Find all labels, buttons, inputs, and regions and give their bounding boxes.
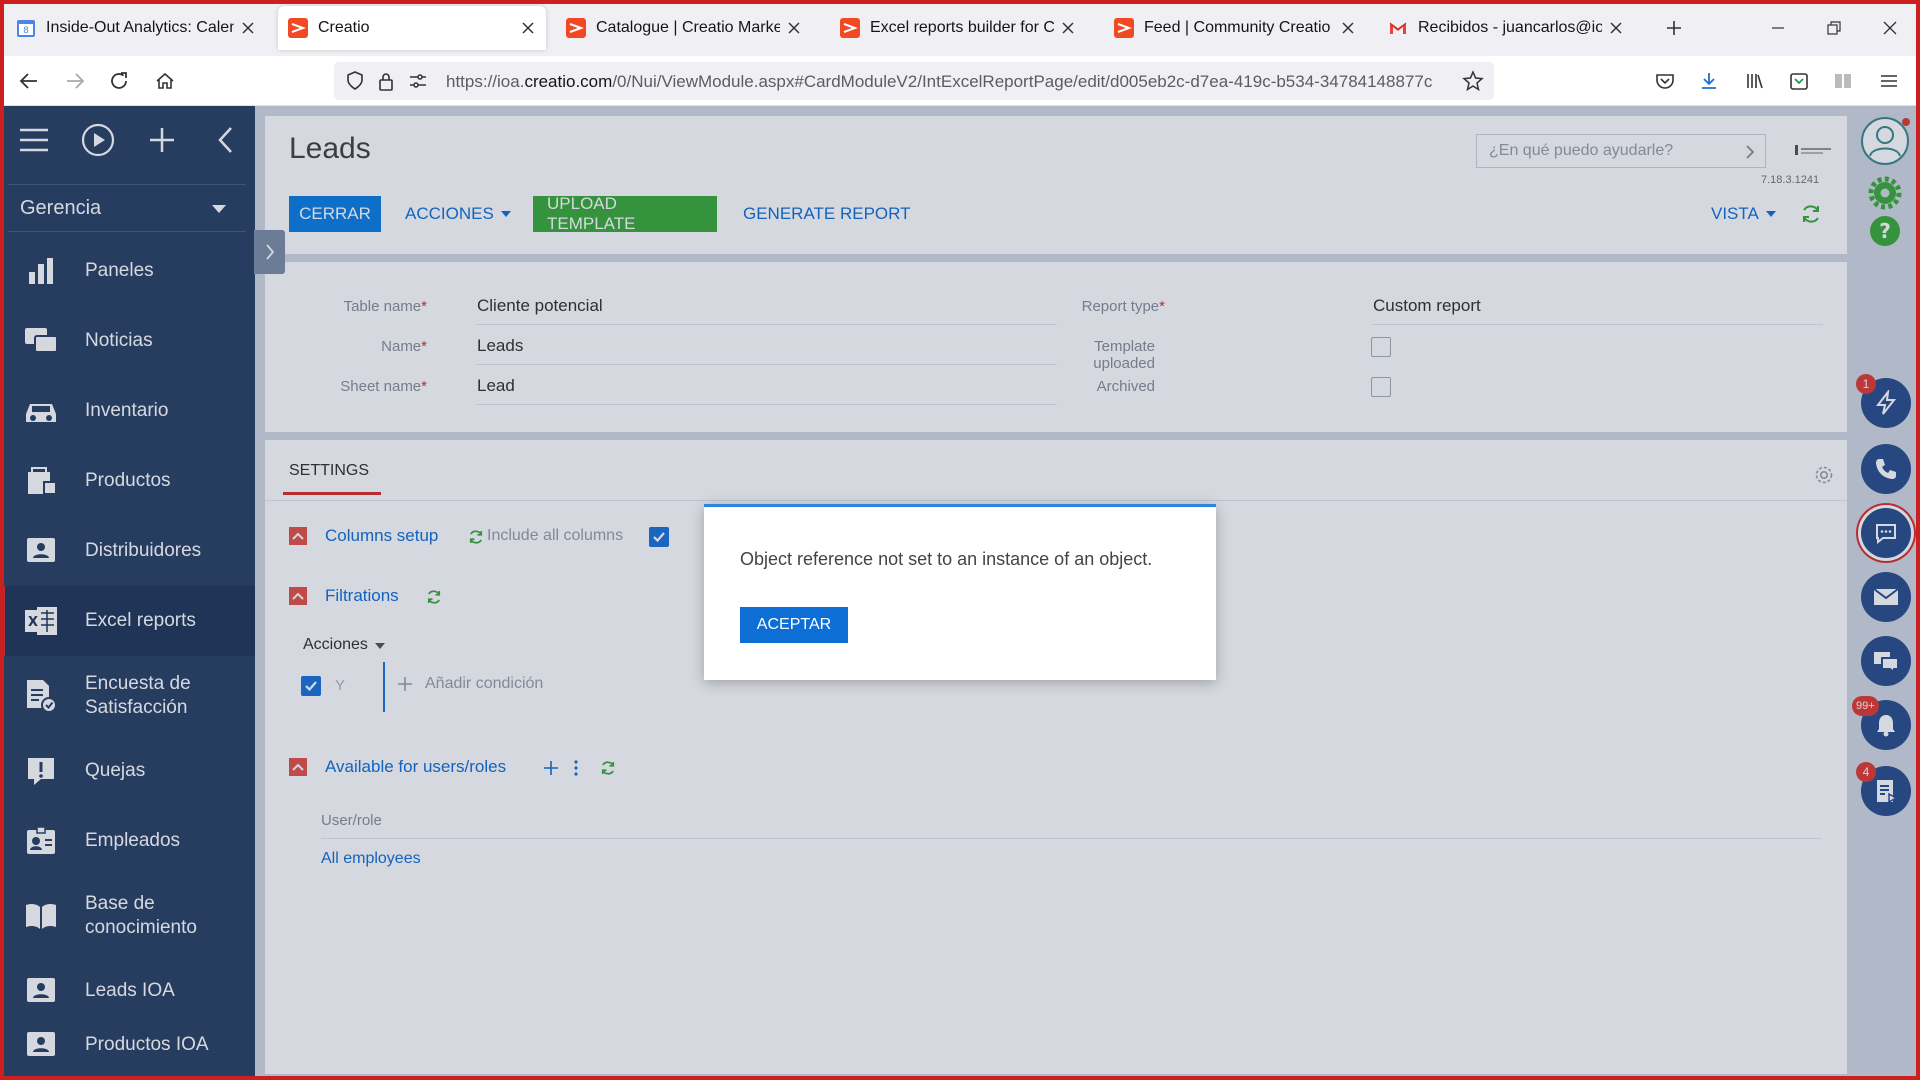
tab-title: Catalogue | Creatio Marketplace [596,19,780,36]
url-text: https://ioa.creatio.com/0/Nui/ViewModule… [446,72,1432,92]
error-dialog: Object reference not set to an instance … [704,504,1216,680]
new-tab-icon[interactable] [1660,14,1688,42]
close-window-icon[interactable] [1876,14,1904,42]
browser-tab-marketplace[interactable]: Catalogue | Creatio Marketplace [556,6,812,50]
tab-title: Creatio [318,19,370,36]
creatio-app: Gerencia Paneles Noticias Inventario Pro… [0,106,1920,1080]
error-message: Object reference not set to an instance … [740,549,1153,569]
back-icon[interactable] [14,66,44,96]
permissions-icon[interactable] [408,72,428,90]
minimize-icon[interactable] [1764,14,1792,42]
creatio-favicon-icon [566,18,586,38]
reload-icon[interactable] [104,66,134,96]
pocket-icon[interactable] [1650,66,1680,96]
extension-icon[interactable] [1784,66,1814,96]
url-path: /0/Nui/ViewModule.aspx#CardModuleV2/IntE… [612,72,1433,91]
address-bar[interactable]: https://ioa.creatio.com/0/Nui/ViewModule… [334,62,1494,100]
creatio-favicon-icon [288,18,308,38]
browser-tab-calendar[interactable]: 8 Inside-Out Analytics: Calendario [6,6,266,50]
hamburger-menu-icon[interactable] [1874,66,1904,96]
close-tab-icon[interactable] [786,20,802,36]
url-prefix: https://ioa. [446,72,525,91]
close-tab-icon[interactable] [520,20,536,36]
browser-nav-bar: https://ioa.creatio.com/0/Nui/ViewModule… [0,56,1920,106]
close-tab-icon[interactable] [1608,20,1624,36]
home-icon[interactable] [150,66,180,96]
browser-tab-community[interactable]: Feed | Community Creatio [1104,6,1366,50]
download-icon[interactable] [1694,66,1724,96]
tab-title: Recibidos - juancarlos@ioa.mx [1418,19,1602,36]
bookmark-star-icon[interactable] [1462,70,1484,92]
forward-icon[interactable] [60,66,90,96]
tab-title: Feed | Community Creatio [1144,19,1331,36]
reader-view-icon[interactable] [1828,66,1858,96]
close-tab-icon[interactable] [1060,20,1076,36]
tab-title: Excel reports builder for Creatio [870,19,1054,36]
tab-title: Inside-Out Analytics: Calendario [46,19,234,36]
creatio-favicon-icon [840,18,860,38]
lock-icon[interactable] [376,70,396,92]
restore-icon[interactable] [1820,14,1848,42]
creatio-favicon-icon [1114,18,1134,38]
accept-button[interactable]: ACEPTAR [740,607,848,643]
browser-tab-excel-builder[interactable]: Excel reports builder for Creatio [830,6,1086,50]
browser-tab-creatio[interactable]: Creatio [278,6,546,50]
browser-tab-bar: 8 Inside-Out Analytics: Calendario Creat… [0,0,1920,56]
close-tab-icon[interactable] [240,20,256,36]
gmail-favicon-icon [1388,18,1408,38]
url-domain: creatio.com [524,72,613,91]
shield-icon[interactable] [344,70,366,92]
library-icon[interactable] [1740,66,1770,96]
close-tab-icon[interactable] [1340,20,1356,36]
browser-tab-gmail[interactable]: Recibidos - juancarlos@ioa.mx [1378,6,1634,50]
calendar-favicon-icon: 8 [16,18,36,38]
svg-text:8: 8 [23,26,29,36]
